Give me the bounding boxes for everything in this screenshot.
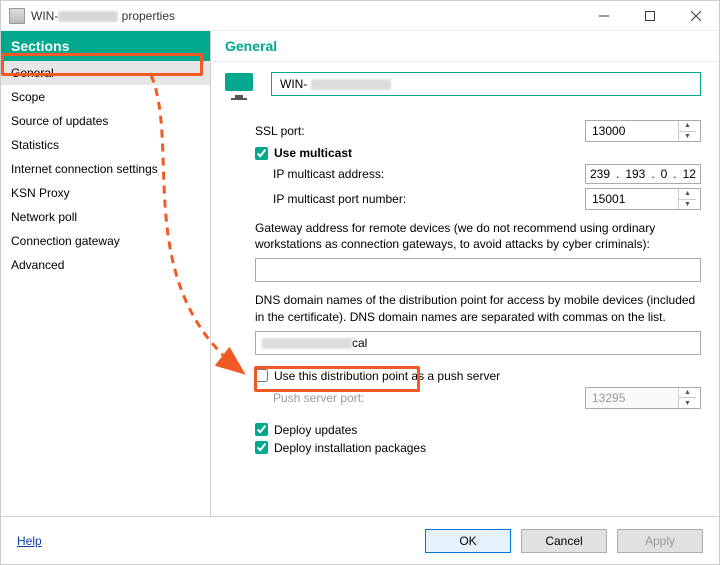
redacted-host-main: [311, 79, 391, 90]
use-multicast-checkbox[interactable]: Use multicast: [255, 146, 352, 160]
main-content: WIN- SSL port: ▲▼ Use multicast: [211, 62, 719, 516]
push-port-value: [586, 388, 678, 408]
redacted-host: [58, 11, 118, 22]
deploy-updates-input[interactable]: [255, 423, 268, 436]
push-server-input[interactable]: [255, 369, 268, 382]
gateway-desc: Gateway address for remote devices (we d…: [255, 220, 701, 252]
ok-button[interactable]: OK: [425, 529, 511, 553]
dns-desc: DNS domain names of the distribution poi…: [255, 292, 701, 324]
hostname-prefix: WIN-: [280, 77, 307, 91]
push-server-label: Use this distribution point as a push se…: [274, 369, 500, 383]
deploy-packages-checkbox[interactable]: Deploy installation packages: [255, 441, 426, 455]
host-row: WIN-: [225, 72, 701, 96]
ssl-port-label: SSL port:: [255, 124, 305, 138]
deploy-updates-checkbox[interactable]: Deploy updates: [255, 423, 357, 437]
push-server-row: Use this distribution point as a push se…: [255, 369, 701, 383]
sidebar-item-connection-gateway[interactable]: Connection gateway: [1, 229, 210, 253]
properties-window: WIN- properties Sections GeneralScopeSou…: [0, 0, 720, 565]
hostname-field[interactable]: WIN-: [271, 72, 701, 96]
ip-multicast-port-spinner[interactable]: ▲▼: [678, 189, 696, 209]
sidebar-header: Sections: [1, 31, 210, 61]
sidebar-item-general[interactable]: General: [1, 61, 210, 85]
deploy-packages-row: Deploy installation packages: [255, 441, 701, 455]
ssl-port-value[interactable]: [586, 121, 678, 141]
sidebar: Sections GeneralScopeSource of updatesSt…: [1, 31, 211, 516]
push-port-label: Push server port:: [273, 391, 364, 405]
gateway-block: Gateway address for remote devices (we d…: [255, 220, 701, 282]
window-title: WIN- properties: [31, 9, 581, 23]
ip-octet-2[interactable]: 193: [625, 167, 645, 181]
maximize-button[interactable]: [627, 1, 673, 30]
ip-multicast-port-value[interactable]: [586, 189, 678, 209]
ip-multicast-address-label: IP multicast address:: [273, 167, 384, 181]
footer: Help OK Cancel Apply: [1, 516, 719, 564]
sidebar-item-scope[interactable]: Scope: [1, 85, 210, 109]
apply-button[interactable]: Apply: [617, 529, 703, 553]
dns-input[interactable]: cal: [255, 331, 701, 355]
deploy-updates-row: Deploy updates: [255, 423, 701, 437]
redacted-dns: [262, 338, 352, 349]
close-button[interactable]: [673, 1, 719, 30]
ip-multicast-port-input[interactable]: ▲▼: [585, 188, 701, 210]
sidebar-item-statistics[interactable]: Statistics: [1, 133, 210, 157]
deploy-packages-label: Deploy installation packages: [274, 441, 426, 455]
dns-block: DNS domain names of the distribution poi…: [255, 292, 701, 354]
use-multicast-row: Use multicast: [255, 146, 701, 160]
ip-multicast-address-row: IP multicast address: 239. 193. 0. 12: [273, 164, 701, 184]
ssl-port-spinner[interactable]: ▲▼: [678, 121, 696, 141]
sidebar-item-network-poll[interactable]: Network poll: [1, 205, 210, 229]
ip-octet-3[interactable]: 0: [661, 167, 668, 181]
gateway-input[interactable]: [255, 258, 701, 282]
sidebar-item-source-of-updates[interactable]: Source of updates: [1, 109, 210, 133]
ip-multicast-address-input[interactable]: 239. 193. 0. 12: [585, 164, 701, 184]
window-controls: [581, 1, 719, 30]
app-icon: [9, 8, 25, 24]
ip-multicast-port-row: IP multicast port number: ▲▼: [273, 188, 701, 210]
ssl-port-row: SSL port: ▲▼: [255, 120, 701, 142]
use-multicast-label: Use multicast: [274, 146, 352, 160]
deploy-packages-input[interactable]: [255, 441, 268, 454]
main-header: General: [211, 31, 719, 62]
window-title-prefix: WIN-: [31, 9, 58, 23]
deploy-updates-label: Deploy updates: [274, 423, 357, 437]
dns-value-suffix: cal: [352, 336, 367, 350]
help-link[interactable]: Help: [17, 534, 42, 548]
push-server-checkbox[interactable]: Use this distribution point as a push se…: [255, 369, 500, 383]
sidebar-list: GeneralScopeSource of updatesStatisticsI…: [1, 61, 210, 277]
monitor-icon: [225, 73, 253, 95]
ssl-port-input[interactable]: ▲▼: [585, 120, 701, 142]
push-port-spinner: ▲▼: [678, 388, 696, 408]
sidebar-item-ksn-proxy[interactable]: KSN Proxy: [1, 181, 210, 205]
push-port-row: Push server port: ▲▼: [273, 387, 701, 409]
ip-octet-4[interactable]: 12: [683, 167, 696, 181]
sidebar-item-internet-connection-settings[interactable]: Internet connection settings: [1, 157, 210, 181]
minimize-button[interactable]: [581, 1, 627, 30]
cancel-button[interactable]: Cancel: [521, 529, 607, 553]
ip-multicast-port-label: IP multicast port number:: [273, 192, 406, 206]
main-panel: General WIN- SSL port: ▲▼: [211, 31, 719, 516]
use-multicast-input[interactable]: [255, 147, 268, 160]
ip-octet-1[interactable]: 239: [590, 167, 610, 181]
titlebar: WIN- properties: [1, 1, 719, 31]
window-title-suffix: properties: [118, 9, 175, 23]
sidebar-item-advanced[interactable]: Advanced: [1, 253, 210, 277]
push-port-input: ▲▼: [585, 387, 701, 409]
